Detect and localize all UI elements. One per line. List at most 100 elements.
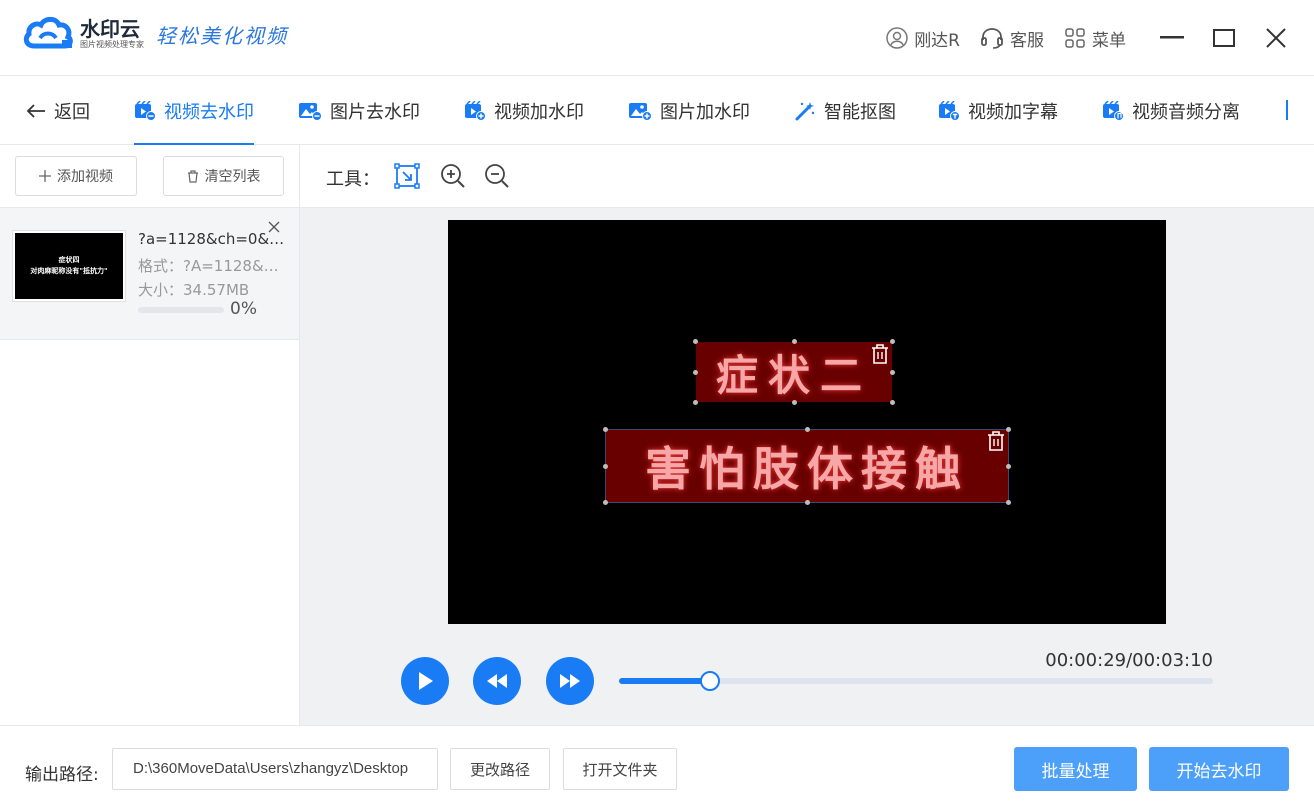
- video-add-icon: [465, 100, 486, 121]
- file-size: 大小：34.57MB: [138, 281, 250, 299]
- delete-selection-button[interactable]: [987, 431, 1005, 455]
- clear-list-label: 清空列表: [204, 169, 261, 185]
- tab-video-audio-separate[interactable]: 视频音频分离: [1102, 76, 1240, 145]
- tools-bar: 工具：: [300, 145, 1314, 208]
- app-subtitle: 图片视频处理专家: [80, 40, 144, 49]
- resize-handle[interactable]: [693, 370, 698, 375]
- resize-handle[interactable]: [1006, 500, 1011, 505]
- service-label: 客服: [1010, 30, 1044, 51]
- delete-selection-button[interactable]: [871, 344, 889, 368]
- minimize-icon: [1160, 36, 1184, 39]
- menu-button[interactable]: 菜单: [1064, 26, 1126, 51]
- maximize-icon: [1213, 29, 1235, 47]
- file-progress-bar: [138, 307, 224, 313]
- minimize-button[interactable]: [1146, 0, 1198, 76]
- trash-icon: [187, 169, 198, 183]
- back-label: 返回: [54, 102, 90, 123]
- play-button[interactable]: [401, 657, 449, 705]
- resize-handle[interactable]: [805, 427, 810, 432]
- timeline-knob[interactable]: [699, 671, 720, 691]
- change-path-button[interactable]: 更改路径: [450, 748, 550, 790]
- app-name: 水印云: [80, 17, 140, 41]
- close-icon: [268, 221, 280, 233]
- resize-handle[interactable]: [805, 500, 810, 505]
- resize-handle[interactable]: [890, 370, 895, 375]
- tab-label: 视频音频分离: [1132, 101, 1240, 123]
- tab-label: 图片去水印: [330, 101, 420, 123]
- tab-video-add-watermark[interactable]: 视频加水印: [464, 76, 584, 145]
- back-button[interactable]: 返回: [26, 98, 90, 124]
- timeline-progress: [619, 678, 710, 684]
- tab-label: 智能抠图: [824, 101, 896, 123]
- resize-handle[interactable]: [603, 500, 608, 505]
- remove-file-button[interactable]: [268, 218, 280, 237]
- zoom-out-button[interactable]: [484, 163, 510, 193]
- tab-label: 视频加字幕: [968, 101, 1058, 123]
- image-add-icon: [629, 102, 652, 121]
- close-window-button[interactable]: [1250, 0, 1302, 76]
- player-controls: 00:00:29/00:03:10: [300, 636, 1314, 725]
- list-item[interactable]: 症状四 对肉麻昵称没有"抵抗力" ?a=1128&ch=0&dr=0&er=0&…: [0, 208, 299, 340]
- file-progress-text: 0%: [230, 299, 257, 319]
- plus-icon: [39, 170, 51, 182]
- video-frame[interactable]: 症状二 害怕肢体接触: [448, 220, 1166, 624]
- magic-wand-icon: [795, 101, 815, 120]
- tab-image-remove-watermark[interactable]: 图片去水印: [298, 76, 420, 145]
- play-icon: [419, 672, 433, 690]
- resize-handle[interactable]: [1006, 427, 1011, 432]
- resize-handle[interactable]: [792, 400, 797, 405]
- tab-video-remove-watermark[interactable]: 视频去水印: [134, 76, 254, 145]
- clear-list-button[interactable]: 清空列表: [163, 156, 284, 196]
- image-remove-icon: [299, 102, 322, 121]
- tab-image-add-watermark[interactable]: 图片加水印: [628, 76, 750, 145]
- resize-handle[interactable]: [792, 339, 797, 344]
- app-logo: 水印云 图片视频处理专家 轻松美化视频: [22, 14, 288, 54]
- add-video-button[interactable]: 添加视频: [15, 156, 137, 196]
- video-audio-icon: [1103, 100, 1124, 121]
- maximize-button[interactable]: [1198, 0, 1250, 76]
- feature-tabs-bar: 返回 视频去水印 图片去水印 视频加水印 图片加水印 智能抠图 视频加字幕 视频…: [0, 76, 1314, 145]
- resize-handle[interactable]: [890, 400, 895, 405]
- user-account-button[interactable]: 刚达R: [886, 26, 960, 51]
- tab-label: 视频加水印: [494, 101, 584, 123]
- resize-handle[interactable]: [693, 400, 698, 405]
- resize-handle[interactable]: [890, 339, 895, 344]
- watermark-selection-box[interactable]: [603, 427, 1011, 505]
- tab-label: 视频去水印: [164, 101, 254, 123]
- start-remove-watermark-button[interactable]: 开始去水印: [1149, 747, 1289, 791]
- file-name: ?a=1128&ch=0&dr=0&er=0&lr=0: [138, 230, 288, 248]
- file-list-panel: 添加视频 清空列表 症状四 对肉麻昵称没有"抵抗力" ?a=1128&ch=0&…: [0, 145, 300, 725]
- user-name: 刚达R: [914, 30, 960, 51]
- cloud-logo-icon: [22, 14, 76, 54]
- thumbnail-caption-line1: 症状四: [58, 256, 80, 264]
- tab-smart-cutout[interactable]: 智能抠图: [794, 76, 896, 145]
- fast-forward-icon: [560, 674, 580, 688]
- resize-handle[interactable]: [603, 427, 608, 432]
- watermark-selection-box[interactable]: [693, 339, 895, 405]
- trash-icon: [988, 431, 1004, 451]
- output-path-field[interactable]: D:\360MoveData\Users\zhangyz\Desktop: [112, 748, 438, 790]
- tabs-scroll-indicator[interactable]: [1286, 100, 1288, 120]
- menu-label: 菜单: [1092, 30, 1126, 51]
- timeline-slider[interactable]: [619, 671, 1213, 691]
- resize-handle[interactable]: [603, 464, 608, 469]
- customer-service-button[interactable]: 客服: [980, 26, 1044, 51]
- open-folder-button[interactable]: 打开文件夹: [563, 748, 677, 790]
- thumbnail-caption-line2: 对肉麻昵称没有"抵抗力": [30, 267, 108, 275]
- fast-forward-button[interactable]: [546, 657, 594, 705]
- video-thumbnail: 症状四 对肉麻昵称没有"抵抗力": [12, 230, 126, 302]
- bottom-bar: 输出路径: D:\360MoveData\Users\zhangyz\Deskt…: [0, 725, 1314, 810]
- playback-time: 00:00:29/00:03:10: [1045, 650, 1213, 671]
- headset-icon: [981, 28, 1003, 49]
- zoom-in-button[interactable]: [440, 163, 466, 193]
- batch-process-button[interactable]: 批量处理: [1014, 747, 1137, 791]
- file-format: 格式：?A=1128&CH=0: [138, 257, 288, 275]
- resize-handle[interactable]: [693, 339, 698, 344]
- resize-handle[interactable]: [1006, 464, 1011, 469]
- tab-label: 图片加水印: [660, 101, 750, 123]
- output-path-label: 输出路径:: [25, 765, 99, 785]
- select-region-button[interactable]: [394, 163, 420, 193]
- zoom-in-icon: [441, 164, 465, 188]
- rewind-button[interactable]: [473, 657, 521, 705]
- tab-video-add-subtitle[interactable]: 视频加字幕: [938, 76, 1058, 145]
